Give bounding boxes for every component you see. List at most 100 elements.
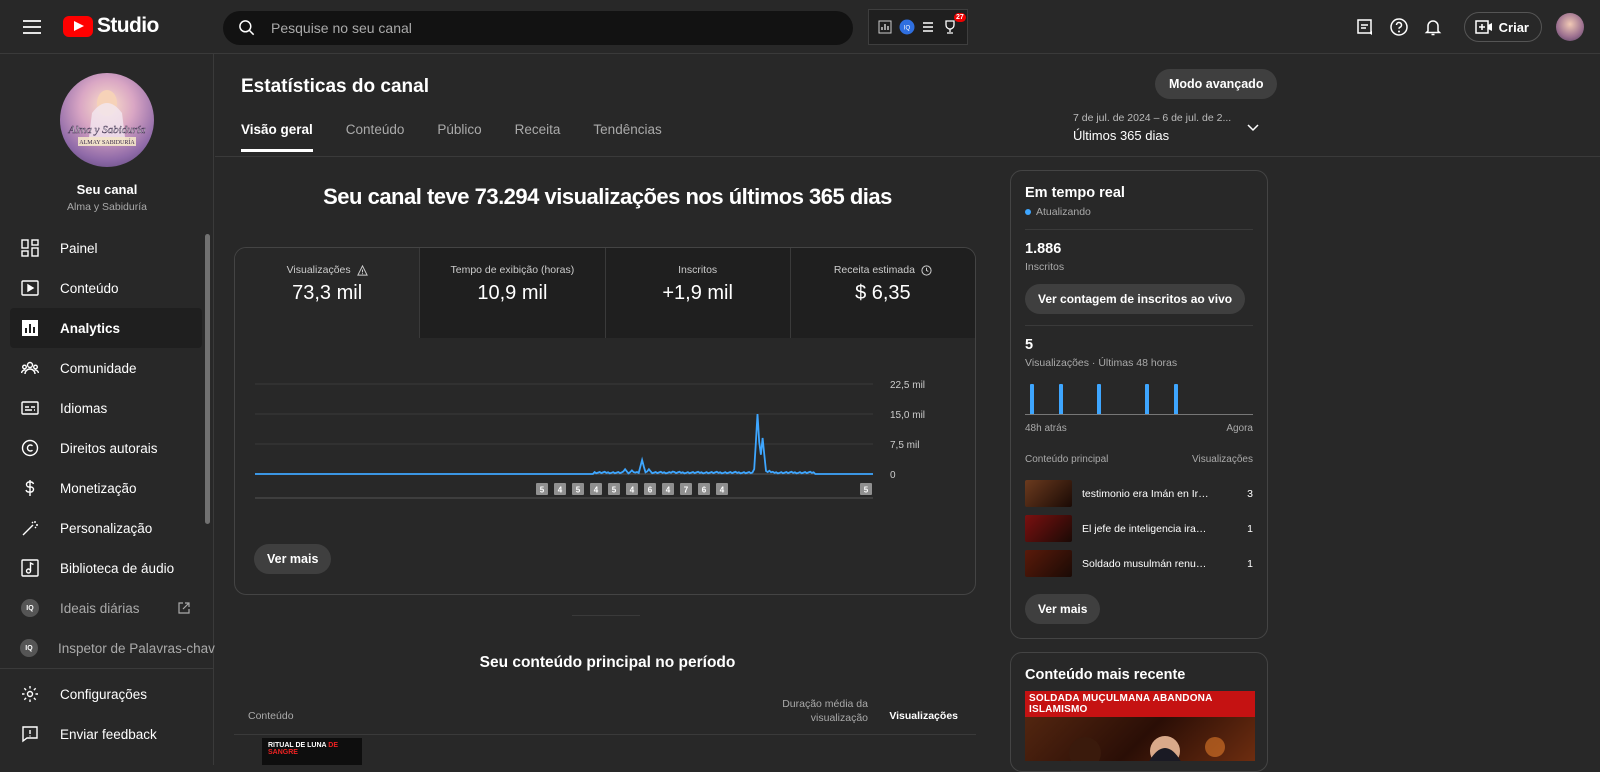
video-thumbnail[interactable]	[1025, 480, 1072, 507]
tab-visao-geral[interactable]: Visão geral	[241, 122, 313, 152]
realtime-bar	[1144, 384, 1149, 414]
metric-label: Inscritos	[678, 264, 718, 276]
analytics-tabs: Visão geral Conteúdo Público Receita Ten…	[241, 122, 662, 152]
sidebar-item-direitos-autorais[interactable]: Direitos autorais	[10, 428, 202, 468]
y-tick-label: 0	[890, 470, 896, 481]
realtime-bar	[1058, 384, 1063, 414]
video-marker-label: 5	[540, 486, 545, 495]
realtime-views-count: 5	[1025, 337, 1034, 353]
audio-library-icon	[20, 558, 40, 578]
sidebar-nav: Painel Conteúdo Analytics Comunidade Idi…	[10, 228, 215, 668]
video-thumbnail[interactable]	[1025, 550, 1072, 577]
video-marker-label: 5	[864, 486, 869, 495]
tab-conteudo[interactable]: Conteúdo	[346, 122, 405, 152]
metric-label: Receita estimada	[833, 264, 915, 276]
sidebar-item-monetizacao[interactable]: Monetização	[10, 468, 202, 508]
captions-icon[interactable]	[1348, 10, 1382, 44]
column-header-line: Duração média da	[782, 698, 868, 710]
account-avatar[interactable]	[1556, 13, 1584, 41]
realtime-content-row[interactable]: testimonio era Imán en Irán. ... 3	[1025, 477, 1253, 510]
axis-label-end: Agora	[1226, 423, 1253, 434]
studio-logo[interactable]: Studio	[63, 14, 159, 38]
search-bar[interactable]	[223, 11, 853, 45]
realtime-card: Em tempo real Atualizando 1.886 Inscrito…	[1010, 170, 1268, 639]
svg-text:Alma y Sabiduría: Alma y Sabiduría	[68, 124, 146, 136]
y-tick-label: 22,5 mil	[890, 380, 925, 391]
metric-views[interactable]: Visualizações 73,3 mil	[235, 248, 420, 338]
gear-icon	[20, 684, 40, 704]
overview-chart-card: Visualizações 73,3 mil Tempo de exibição…	[234, 247, 976, 595]
search-input[interactable]	[271, 20, 791, 36]
metric-value: +1,9 mil	[662, 282, 733, 304]
help-icon[interactable]	[1382, 10, 1416, 44]
metric-label: Tempo de exibição (horas)	[450, 264, 575, 276]
search-icon[interactable]	[237, 18, 257, 38]
sidebar-item-painel[interactable]: Painel	[10, 228, 202, 268]
settings-item[interactable]: Configurações	[10, 674, 204, 714]
sidebar-item-analytics[interactable]: Analytics	[10, 308, 202, 348]
vidiq-icon[interactable]: IQ	[899, 19, 915, 35]
video-marker-label: 7	[684, 486, 689, 495]
metric-subscribers[interactable]: Inscritos +1,9 mil	[604, 248, 790, 338]
live-dot-icon	[1025, 209, 1031, 215]
tab-publico[interactable]: Público	[437, 122, 481, 152]
trophy-icon[interactable]: 27	[942, 13, 966, 35]
column-header-avg-duration[interactable]: Duração média da visualização	[735, 697, 868, 725]
video-title[interactable]: testimonio era Imán en Irán. ...	[1082, 488, 1210, 500]
y-tick-label: 15,0 mil	[890, 410, 925, 421]
realtime-content-row[interactable]: El jefe de inteligencia iraní ac... 1	[1025, 512, 1253, 545]
chart-ver-mais-button[interactable]: Ver mais	[254, 544, 332, 574]
headline: Seu canal teve 73.294 visualizações nos …	[323, 184, 892, 209]
create-button[interactable]: Criar	[1463, 12, 1542, 42]
metric-revenue[interactable]: Receita estimada $ 6,35	[789, 248, 975, 338]
realtime-bar	[1029, 384, 1034, 414]
hamburger-icon[interactable]	[20, 15, 44, 39]
tab-tendencias[interactable]: Tendências	[593, 122, 661, 152]
recent-video-thumbnail[interactable]: SOLDADA MUÇULMANA ABANDONA ISLAMISMO	[1025, 691, 1255, 761]
sidebar-item-inspetor-palavras[interactable]: IQ Inspetor de Palavras-chav	[10, 628, 215, 668]
live-subscriber-count-button[interactable]: Ver contagem de inscritos ao vivo	[1025, 284, 1246, 314]
sidebar-bottom: Configurações Enviar feedback	[0, 668, 214, 754]
sidebar-item-biblioteca-audio[interactable]: Biblioteca de áudio	[10, 548, 202, 588]
video-marker-label: 5	[612, 486, 617, 495]
feedback-item[interactable]: Enviar feedback	[10, 714, 204, 754]
video-marker-label: 6	[648, 486, 653, 495]
sidebar-item-ideias-diarias[interactable]: IQ Ideais diárias	[10, 588, 202, 628]
column-header-views: Visualizações	[1192, 454, 1253, 465]
sidebar-item-conteudo[interactable]: Conteúdo	[10, 268, 202, 308]
views-line-chart[interactable]: 22,5 mil15,0 mil7,5 mil05454546476457 de…	[235, 338, 976, 508]
realtime-axis: 48h atrás Agora	[1025, 423, 1253, 434]
list-extension-icon[interactable]	[921, 20, 935, 34]
extension-icon: IQ	[20, 598, 40, 618]
realtime-subscribers-label: Inscritos	[1025, 261, 1065, 273]
extension-toolbar: IQ 27	[868, 9, 968, 45]
tab-receita[interactable]: Receita	[515, 122, 561, 152]
main-content: Estatísticas do canal Modo avançado Visã…	[215, 54, 1600, 772]
channel-avatar[interactable]: Alma y Sabiduría ALMAY SABIDURÍA	[60, 73, 154, 167]
sidebar-item-idiomas[interactable]: Idiomas	[10, 388, 202, 428]
realtime-ver-mais-button[interactable]: Ver mais	[1025, 594, 1101, 624]
metric-watch-time[interactable]: Tempo de exibição (horas) 10,9 mil	[419, 248, 605, 338]
analytics-icon	[20, 318, 40, 338]
advanced-mode-button[interactable]: Modo avançado	[1155, 69, 1278, 99]
chevron-down-icon[interactable]	[1246, 120, 1260, 134]
sidebar-item-comunidade[interactable]: Comunidade	[10, 348, 202, 388]
column-header-views[interactable]: Visualizações	[875, 710, 958, 722]
sidebar-item-label: Ideais diárias	[60, 600, 140, 616]
svg-text:IQ: IQ	[904, 26, 911, 32]
feedback-label: Enviar feedback	[60, 726, 157, 742]
realtime-content-row[interactable]: Soldado musulmán renuncia ... 1	[1025, 547, 1253, 580]
realtime-bar	[1173, 384, 1178, 414]
video-thumbnail[interactable]	[1025, 515, 1072, 542]
metric-tabs: Visualizações 73,3 mil Tempo de exibição…	[235, 248, 975, 338]
video-marker-label: 6	[702, 486, 707, 495]
sidebar-item-personalizacao[interactable]: Personalização	[10, 508, 202, 548]
bell-icon[interactable]	[1416, 10, 1450, 44]
realtime-bar-chart[interactable]	[1025, 381, 1253, 415]
date-range-picker[interactable]: 7 de jul. de 2024 – 6 de jul. de 2... Úl…	[1073, 112, 1273, 143]
sidebar-scrollbar[interactable]	[205, 234, 210, 524]
video-title[interactable]: El jefe de inteligencia iraní ac...	[1082, 523, 1210, 535]
stats-extension-icon[interactable]	[878, 20, 892, 34]
video-title[interactable]: Soldado musulmán renuncia ...	[1082, 558, 1210, 570]
table-row-thumbnail[interactable]: RITUAL DE LUNA DE SANGRE	[262, 738, 362, 765]
